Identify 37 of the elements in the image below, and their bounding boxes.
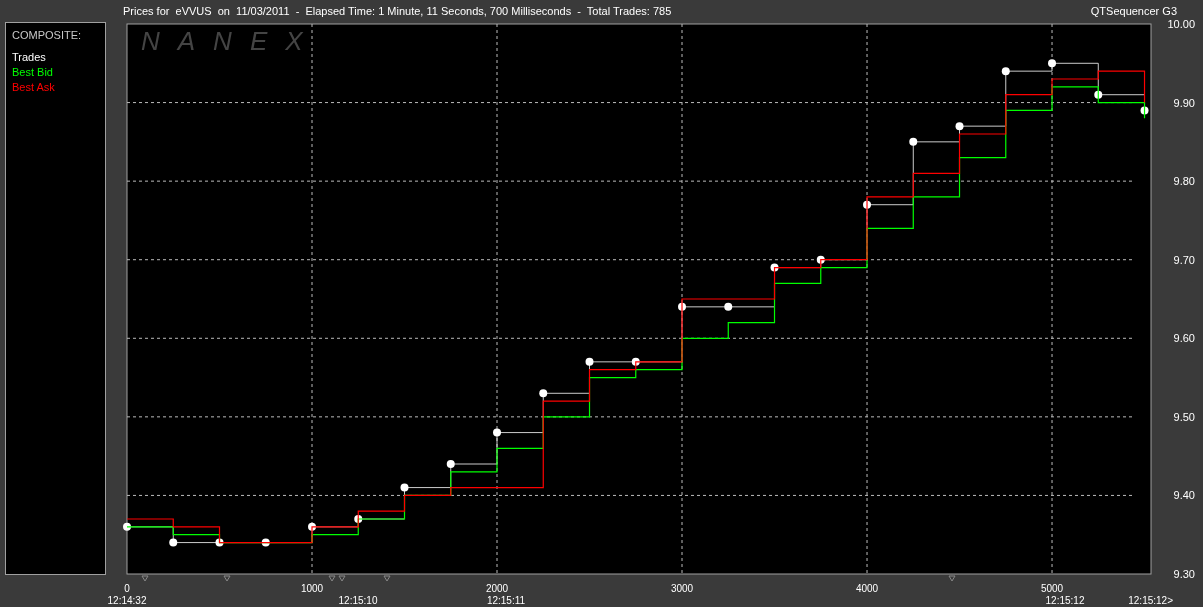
legend-label: Best Bid [12, 64, 54, 80]
y-axis-label: 9.60 [1173, 332, 1195, 345]
time-label: 12:15:11 [486, 595, 526, 606]
legend-label: Best Ask [12, 79, 56, 95]
point [169, 538, 178, 547]
y-axis-label: 9.30 [1173, 568, 1195, 580]
x-axis-label: 5000 [1040, 583, 1064, 594]
time-label: 12:14:32 [107, 595, 147, 606]
x-axis-label: 0 [124, 583, 130, 594]
legend-heading: COMPOSITE: [12, 28, 83, 43]
y-axis-label: 9.40 [1173, 489, 1195, 502]
time-label: 12:15:12> [1128, 595, 1173, 606]
point [955, 122, 964, 131]
y-axis-label: 9.70 [1173, 253, 1195, 266]
x-axis-label: 2000 [485, 583, 509, 594]
x-axis-label: 1000 [300, 583, 324, 594]
point [1048, 59, 1057, 68]
x-axis-label: 4000 [855, 583, 879, 594]
nanex-logo: NANEX [141, 26, 321, 56]
point [585, 357, 594, 366]
y-axis-label: 9.80 [1173, 175, 1195, 188]
y-axis-label: 9.90 [1173, 96, 1195, 109]
point [909, 137, 918, 146]
legend-label: Trades [12, 49, 47, 65]
point [493, 428, 502, 437]
y-axis-label: 9.50 [1173, 410, 1195, 423]
point [400, 483, 409, 492]
x-axis-label: 3000 [670, 583, 694, 594]
app-name: QTSequencer G3 [1090, 3, 1177, 19]
point [446, 460, 455, 468]
point [1001, 67, 1010, 76]
point [539, 389, 548, 398]
time-label: 12:15:12 [1045, 595, 1085, 606]
y-axis-label: 10.00 [1167, 18, 1195, 30]
point [724, 302, 733, 311]
time-label: 12:15:10 [338, 595, 378, 606]
chart-title: Prices for eVVUS on 11/03/2011 - Elapsed Time: 1 Minute, 11 Seconds, 700 Milliseconds - Total Trades: 785 [123, 3, 672, 19]
